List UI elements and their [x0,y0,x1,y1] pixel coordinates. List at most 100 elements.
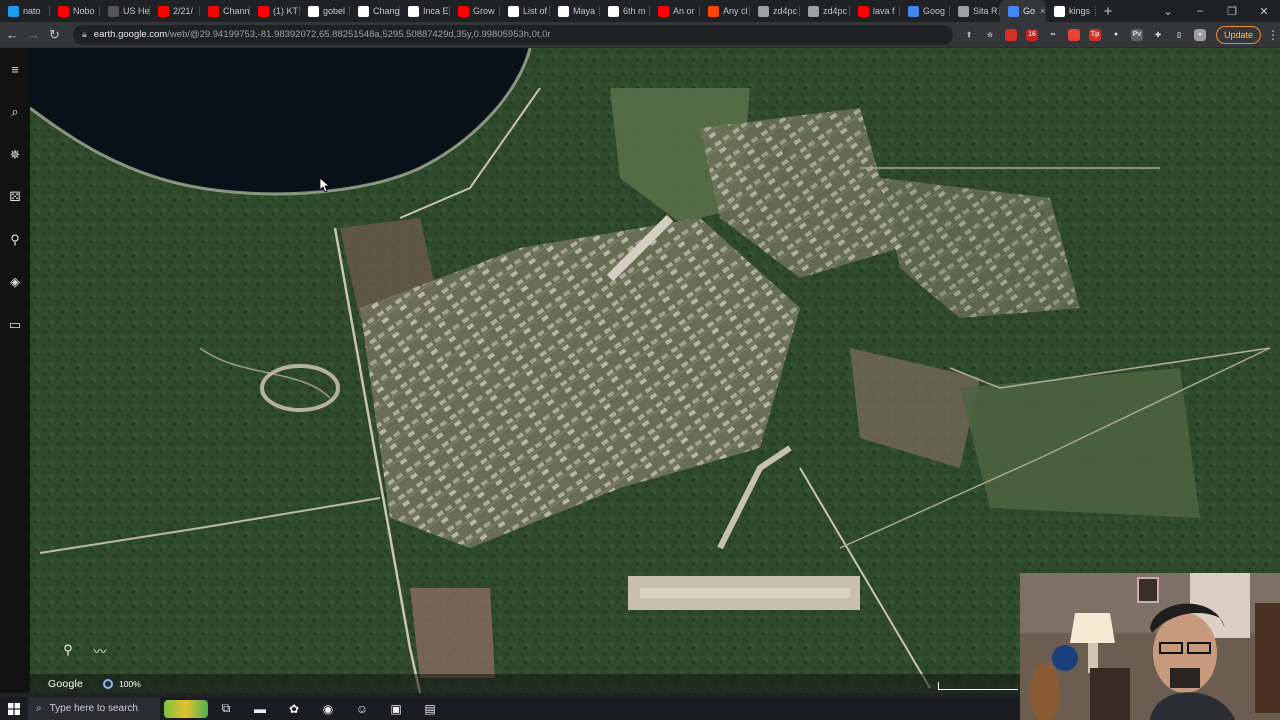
teal-app-icon[interactable]: ▤ [420,701,440,717]
browser-tab[interactable]: 6th m [600,0,650,22]
start-button[interactable] [0,697,28,720]
map-tools: ⚲ 〰 [58,640,110,660]
settings-app-icon[interactable]: ✿ [284,701,304,717]
browser-tab[interactable]: Go × [1000,0,1046,22]
google-icon [908,5,919,17]
google-icon [1054,5,1065,17]
browser-tab[interactable]: zd4pc [750,0,800,22]
browser-tab[interactable]: gobel [300,0,350,22]
browser-tab[interactable]: (1) KT [250,0,300,22]
browser-tab[interactable]: Maya [550,0,600,22]
browser-tab[interactable]: An or [650,0,700,22]
forward-button[interactable]: → [23,24,44,46]
ext-badge-icon[interactable]: 16 [1026,28,1038,41]
reddit-icon [708,5,719,17]
search-icon: ⌕ [36,703,42,714]
webcam-feed [1020,573,1280,720]
photos-app-icon[interactable]: ▣ [386,701,406,717]
search-icon[interactable]: ⌕ [6,103,24,121]
browser-tab[interactable]: lava f [850,0,900,22]
share-icon[interactable]: ⇪ [963,29,975,41]
map-style-icon[interactable]: ◈ [6,273,24,291]
chrome-icon[interactable]: ◉ [318,701,338,717]
tab-label: List of [523,6,548,16]
back-button[interactable]: ← [2,24,23,46]
ext-circle-icon[interactable]: ● [1110,29,1122,41]
browser-tab[interactable]: zd4pc [800,0,850,22]
profile-avatar-icon[interactable]: ● [1194,28,1206,41]
address-bar[interactable]: 🔒︎ earth.google.com/web/@29.94199753,-81… [73,24,953,45]
web-icon [758,5,769,17]
tab-label: 6th m [623,6,646,16]
browser-tab[interactable]: kings [1046,0,1096,22]
youtube-icon [658,5,669,17]
load-percent: 100% [119,678,141,689]
ext-tp-icon[interactable]: Tp [1089,28,1101,41]
ext-pv-icon[interactable]: Pv [1131,28,1143,41]
ext-glasses-icon[interactable]: ∞ [1047,29,1059,41]
new-tab-button[interactable]: + [1096,0,1120,22]
browser-tab[interactable]: Nobo [50,0,100,22]
tab-label: Maya [573,6,596,16]
projects-icon[interactable]: ⚲ [6,231,24,249]
menu-icon[interactable]: ≡ [6,60,24,78]
windows-taskbar: ⌕ Type here to search ⧉ ▬ ✿ ◉ ☺ ▣ ▤ [0,697,1020,720]
tab-label: nato [23,6,41,16]
browser-tab[interactable]: Chang [350,0,400,22]
task-view-icon[interactable]: ⧉ [216,701,236,717]
webcam-overlay [1020,573,1280,720]
browser-menu-button[interactable]: ⋮ [1267,28,1279,42]
browser-tab[interactable]: Goog [900,0,950,22]
voyager-icon[interactable]: ✵ [6,146,24,164]
tab-search-button[interactable]: ⌄ [1152,5,1184,18]
wikipedia-icon [558,5,569,17]
ext-red-icon[interactable] [1005,28,1017,41]
browser-tab[interactable]: US He [100,0,150,22]
lock-icon: 🔒︎ [82,29,87,39]
google-icon [308,5,319,17]
close-tab-icon[interactable]: × [1040,6,1045,16]
tab-label: An or [673,6,695,16]
tab-label: Goog [923,6,946,16]
file-explorer-icon[interactable]: ▬ [250,701,270,717]
tab-label: Grow [473,6,495,16]
tab-label: Any cl [723,6,748,16]
mouse-cursor-icon [320,178,330,192]
browser-tab[interactable]: nato [0,0,50,22]
tab-label: zd4pc [823,6,848,16]
browser-tab[interactable]: Grow [450,0,500,22]
browser-tab[interactable]: 2/21/ [150,0,200,22]
wikipedia-like-icon [108,5,119,17]
browser-tab[interactable]: Inca E [400,0,450,22]
restore-button[interactable]: ❐ [1216,5,1248,18]
reload-button[interactable]: ↻ [44,24,65,46]
feeling-lucky-icon[interactable]: ⚄ [6,188,24,206]
url-path: /web/@29.94199753,-81.98392072,65.882515… [167,29,551,40]
add-path-icon[interactable]: 〰 [90,640,110,660]
browser-toolbar: ← → ↻ 🔒︎ earth.google.com/web/@29.941997… [0,22,1280,48]
web-icon [808,5,819,17]
google-logo: Google [48,677,84,690]
add-placemark-icon[interactable]: ⚲ [58,640,78,660]
youtube-icon [58,5,69,17]
taskbar-search-box[interactable]: ⌕ Type here to search [28,697,160,720]
wikipedia-icon [508,5,519,17]
browser-tab[interactable]: List of [500,0,550,22]
puzzle-icon[interactable]: ✚ [1152,29,1164,41]
tab-label: kings [1069,6,1091,16]
tab-label: Sita R [973,6,998,16]
update-button[interactable]: Update [1216,25,1262,44]
discord-icon[interactable]: ☺ [352,701,372,717]
ext-red2-icon[interactable] [1068,28,1080,41]
close-window-button[interactable]: ✕ [1248,5,1280,18]
browser-tab[interactable]: Chann [200,0,250,22]
tab-label: Chang [373,6,400,16]
measure-icon[interactable]: ▭ [6,316,24,334]
loading-indicator: 100% [103,678,141,689]
browser-tab[interactable]: Any cl [700,0,750,22]
star-icon[interactable]: ☆ [984,29,996,41]
browser-tab[interactable]: Sita R [950,0,1000,22]
search-highlight-icon [164,699,208,718]
sidebar-icon[interactable]: ▯ [1173,29,1185,41]
minimize-button[interactable]: – [1184,5,1216,17]
